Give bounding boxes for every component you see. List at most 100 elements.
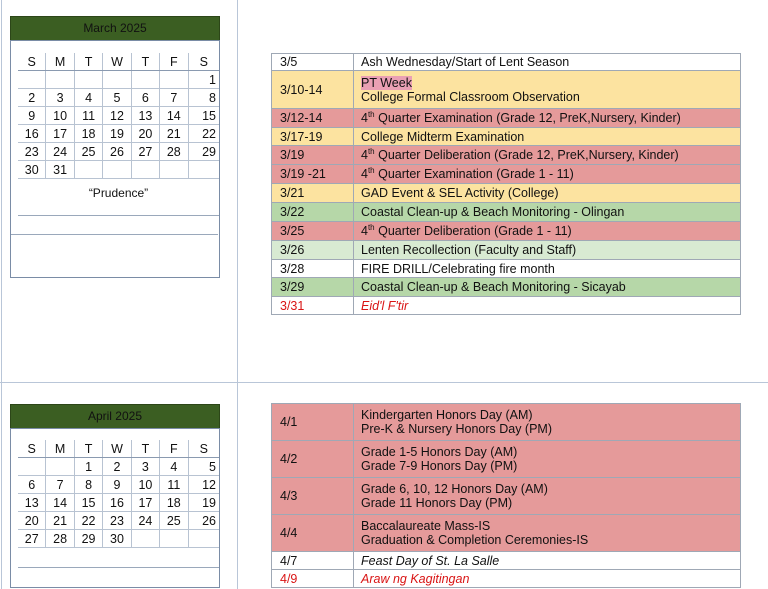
- calendar-day: 18: [74, 124, 104, 143]
- calendar-day: 1: [188, 70, 219, 89]
- calendar-day: [102, 160, 132, 179]
- calendar-day: 5: [102, 88, 132, 107]
- calendar-day: 10: [45, 106, 75, 125]
- calendar-week-row: 20 21 22 23 24 25 26: [18, 511, 219, 530]
- weekday-label: S: [18, 53, 47, 71]
- calendar-day: 26: [188, 511, 219, 530]
- calendar-day: 4: [159, 457, 189, 476]
- event-date: 4/1: [271, 403, 354, 441]
- event-row: 3/28 FIRE DRILL/Celebrating fire month: [271, 259, 741, 278]
- event-date: 3/19: [271, 145, 354, 165]
- calendar-day: 23: [102, 511, 132, 530]
- calendar-day: [45, 457, 75, 476]
- calendar-day: 12: [188, 475, 219, 494]
- calendar-day: 5: [188, 457, 219, 476]
- event-row: 4/7 Feast Day of St. La Salle: [271, 551, 741, 570]
- weekday-label: F: [159, 440, 189, 458]
- event-title: Grade 1-5 Honors Day (AM) Grade 7-9 Hono…: [353, 440, 741, 478]
- calendar-week-row: 1: [18, 70, 219, 89]
- calendar-day: 9: [102, 475, 132, 494]
- calendar-day: [188, 160, 219, 179]
- event-row: 3/10-14 PT Week College Formal Classroom…: [271, 70, 741, 109]
- calendar-day: 19: [188, 493, 219, 512]
- calendar-day: 29: [74, 529, 104, 548]
- event-line: Baccalaureate Mass-IS: [361, 519, 491, 533]
- calendar-day: 11: [159, 475, 189, 494]
- calendar-day: 14: [159, 106, 189, 125]
- event-title: Kindergarten Honors Day (AM) Pre-K & Nur…: [353, 403, 741, 441]
- event-row: 4/3 Grade 6, 10, 12 Honors Day (AM) Grad…: [271, 477, 741, 515]
- calendar-day: 3: [131, 457, 161, 476]
- calendar-day: 10: [131, 475, 161, 494]
- april-events-table: 4/1 Kindergarten Honors Day (AM) Pre-K &…: [271, 403, 741, 588]
- event-date: 4/4: [271, 514, 354, 552]
- calendar-day: 19: [102, 124, 132, 143]
- event-title: Ash Wednesday/Start of Lent Season: [353, 53, 741, 71]
- calendar-day: 24: [45, 142, 75, 161]
- calendar-day: 30: [102, 529, 132, 548]
- calendar-day: 28: [159, 142, 189, 161]
- calendar-week-row: 23 24 25 26 27 28 29: [18, 142, 219, 161]
- weekday-label: S: [188, 53, 219, 71]
- event-date: 3/5: [271, 53, 354, 71]
- calendar-footer-line: [18, 215, 219, 216]
- event-row: 4/1 Kindergarten Honors Day (AM) Pre-K &…: [271, 403, 741, 441]
- event-row: 3/25 4th Quarter Deliberation (Grade 1 -…: [271, 221, 741, 241]
- calendar-day: 16: [18, 124, 47, 143]
- event-line: Graduation & Completion Ceremonies-IS: [361, 533, 589, 547]
- calendar-day: 21: [45, 511, 75, 530]
- weekday-label: T: [74, 53, 104, 71]
- march-calendar-title: March 2025: [10, 16, 220, 41]
- event-row: 3/19 4th Quarter Deliberation (Grade 12,…: [271, 145, 741, 165]
- event-row: 3/31 Eid'l F'tir: [271, 296, 741, 315]
- event-title: Eid'l F'tir: [353, 296, 741, 315]
- event-title: Lenten Recollection (Faculty and Staff): [353, 240, 741, 260]
- event-row: 3/29 Coastal Clean-up & Beach Monitoring…: [271, 277, 741, 297]
- event-title: College Midterm Examination: [353, 127, 741, 146]
- event-title: Feast Day of St. La Salle: [353, 551, 741, 570]
- event-row: 4/2 Grade 1-5 Honors Day (AM) Grade 7-9 …: [271, 440, 741, 478]
- event-title: Grade 6, 10, 12 Honors Day (AM) Grade 11…: [353, 477, 741, 515]
- event-line: Kindergarten Honors Day (AM): [361, 408, 533, 422]
- calendar-day: 2: [102, 457, 132, 476]
- calendar-day: 7: [45, 475, 75, 494]
- event-title: 4th Quarter Examination (Grade 12, PreK,…: [353, 108, 741, 128]
- event-title: 4th Quarter Deliberation (Grade 12, PreK…: [353, 145, 741, 165]
- calendar-day: [159, 70, 189, 89]
- march-events-table: 3/5 Ash Wednesday/Start of Lent Season 3…: [271, 53, 741, 315]
- calendar-day: 22: [74, 511, 104, 530]
- calendar-week-row: 1 2 3 4 5: [18, 457, 219, 476]
- event-date: 4/2: [271, 440, 354, 478]
- page-edge: [1, 0, 2, 589]
- event-line: Grade 7-9 Honors Day (PM): [361, 459, 518, 473]
- calendar-day: 27: [18, 529, 47, 548]
- event-date: 4/9: [271, 569, 354, 588]
- event-line: Grade 1-5 Honors Day (AM): [361, 445, 518, 459]
- calendar-day: 23: [18, 142, 47, 161]
- event-date: 3/10-14: [271, 70, 354, 109]
- event-title: 4th Quarter Deliberation (Grade 1 - 11): [353, 221, 741, 241]
- april-calendar-grid: S M T W T F S 1 2 3 4 5 6 7 8 9 10 11 12…: [18, 440, 219, 548]
- calendar-day: 2: [18, 88, 47, 107]
- weekday-label: F: [159, 53, 189, 71]
- calendar-day: [159, 529, 189, 548]
- event-title: PT Week College Formal Classroom Observa…: [353, 70, 741, 109]
- weekday-label: M: [45, 440, 75, 458]
- calendar-week-row: 27 28 29 30: [18, 529, 219, 548]
- calendar-day: 29: [188, 142, 219, 161]
- event-title: Coastal Clean-up & Beach Monitoring - Ol…: [353, 202, 741, 222]
- event-title: 4th Quarter Examination (Grade 1 - 11): [353, 164, 741, 184]
- event-date: 3/19 -21: [271, 164, 354, 184]
- event-row: 3/22 Coastal Clean-up & Beach Monitoring…: [271, 202, 741, 222]
- calendar-day: 13: [18, 493, 47, 512]
- event-line: PT Week: [361, 75, 412, 90]
- event-title: Baccalaureate Mass-IS Graduation & Compl…: [353, 514, 741, 552]
- event-date: 3/21: [271, 183, 354, 203]
- event-date: 4/3: [271, 477, 354, 515]
- calendar-day: 18: [159, 493, 189, 512]
- calendar-day: 16: [102, 493, 132, 512]
- calendar-day: 8: [74, 475, 104, 494]
- march-calendar-box-divider: [11, 234, 218, 235]
- event-row: 3/17-19 College Midterm Examination: [271, 127, 741, 146]
- calendar-day: 26: [102, 142, 132, 161]
